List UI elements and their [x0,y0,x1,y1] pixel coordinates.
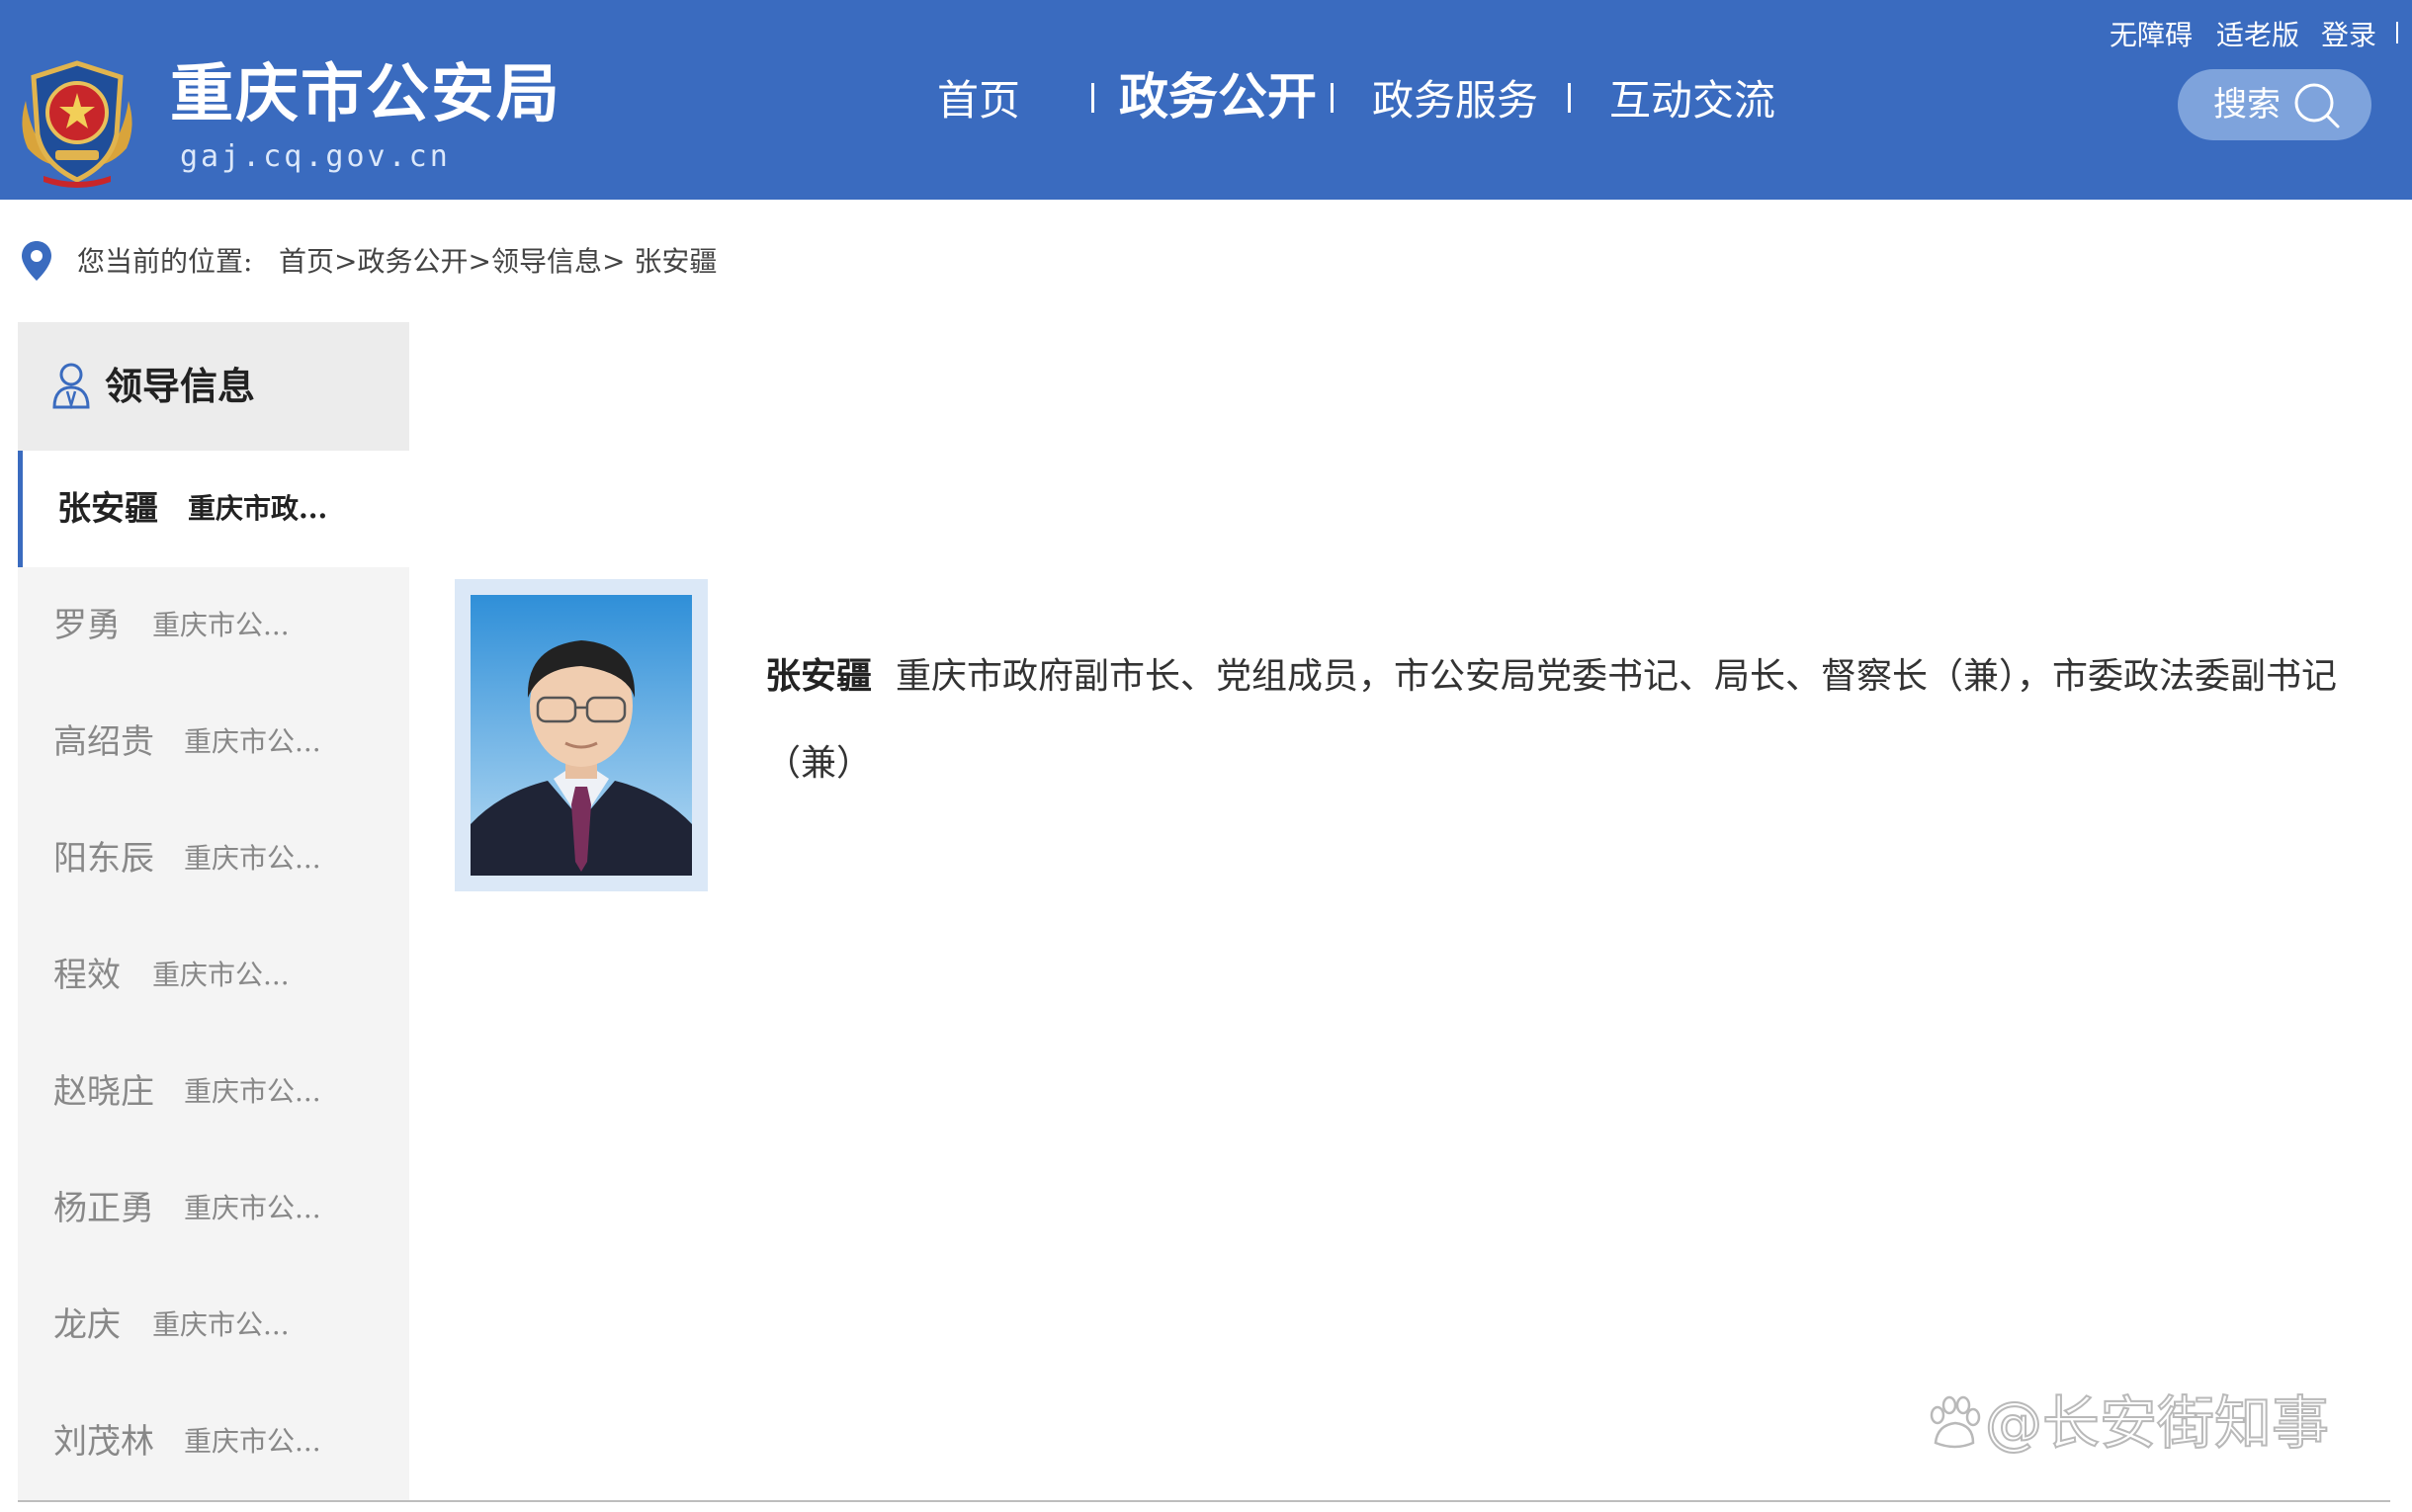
sidebar-item-yang-zhengyong[interactable]: 杨正勇 重庆市公... [18,1150,409,1267]
leader-title: 重庆市公... [184,1075,321,1108]
leader-name: 程效 [53,956,121,995]
bio-leader-name: 张安疆 [765,655,873,697]
breadcrumb-home[interactable]: 首页 [279,245,334,278]
baidu-paw-icon [1930,1395,1981,1449]
bottom-divider [18,1500,2390,1502]
user-icon [52,363,90,409]
leader-name: 阳东辰 [53,839,154,879]
accessibility-link[interactable]: 无障碍 [2110,16,2193,55]
search-icon [2294,83,2340,128]
site-header: 重庆市公安局 gaj.cq.gov.cn 首页 政务公开 政务服务 互动交流 无… [0,0,2412,200]
sidebar-item-liu-maolin[interactable]: 刘茂林 重庆市公... [18,1384,409,1500]
leader-title: 重庆市公... [152,609,290,641]
leader-title: 重庆市公... [184,1425,321,1458]
site-domain: gaj.cq.gov.cn [180,139,451,174]
breadcrumb-government-affairs[interactable]: 政务公开 [357,245,468,278]
nav-divider [1568,83,1571,113]
leader-title: 重庆市公... [184,842,321,875]
site-name[interactable]: 重庆市公安局 [170,63,561,126]
nav-government-services[interactable]: 政务服务 [1372,69,1538,132]
leader-name: 张安疆 [57,489,158,529]
breadcrumb-current: 张安疆 [634,245,718,278]
leader-bio: 张安疆 重庆市政府副市长、党组成员，市公安局党委书记、局长、督察长（兼），市委政法… [765,632,2367,807]
leader-name: 罗勇 [53,606,121,645]
leader-sidebar: 领导信息 张安疆 重庆市政... 罗勇 重庆市公... 高绍贵 重庆市公... … [18,322,409,1502]
leader-title: 重庆市公... [184,1192,321,1224]
leader-name: 赵晓庄 [53,1072,154,1112]
search-label: 搜索 [2213,85,2281,125]
breadcrumb-separator: > [468,245,491,278]
sidebar-item-gao-shaogui[interactable]: 高绍贵 重庆市公... [18,684,409,800]
bio-text: 重庆市政府副市长、党组成员，市公安局党委书记、局长、督察长（兼），市委政法委副书… [765,656,2338,784]
sidebar-item-zhao-xiaozhuang[interactable]: 赵晓庄 重庆市公... [18,1034,409,1150]
top-link-divider [2396,22,2398,43]
nav-government-affairs[interactable]: 政务公开 [1119,65,1317,128]
location-pin-icon [22,241,51,281]
leader-name: 龙庆 [53,1305,121,1345]
leader-title: 重庆市公... [184,725,321,758]
search-button[interactable]: 搜索 [2178,69,2371,140]
nav-interaction[interactable]: 互动交流 [1609,69,1775,132]
watermark-text: @长安街知事 [1984,1388,2330,1458]
leader-name: 刘茂林 [53,1422,154,1462]
sidebar-item-luo-yong[interactable]: 罗勇 重庆市公... [18,567,409,684]
elderly-mode-link[interactable]: 适老版 [2216,16,2299,55]
leader-name: 高绍贵 [53,722,154,762]
leader-name: 杨正勇 [53,1189,154,1228]
leader-portrait-frame[interactable] [455,579,708,891]
leader-title: 重庆市公... [152,1308,290,1341]
nav-home[interactable]: 首页 [937,69,1020,132]
top-utility-links: 无障碍 适老版 登录 [2110,16,2412,55]
nav-divider [1091,83,1094,113]
sidebar-item-cheng-xiao[interactable]: 程效 重庆市公... [18,917,409,1034]
leader-portrait [471,595,692,876]
sidebar-header: 领导信息 [18,322,409,451]
sidebar-item-long-qing[interactable]: 龙庆 重庆市公... [18,1267,409,1384]
sidebar-item-zhang-anjiang[interactable]: 张安疆 重庆市政... [18,451,409,567]
breadcrumb-path: 首页>政务公开>领导信息> 张安疆 [279,237,717,287]
police-emblem-icon[interactable] [14,57,140,188]
sidebar-item-yang-dongchen[interactable]: 阳东辰 重庆市公... [18,800,409,917]
breadcrumb-separator: > [601,245,626,278]
breadcrumb-prefix: 您当前的位置: [77,245,253,278]
nav-divider [1331,83,1334,113]
leader-title: 重庆市政... [188,492,328,525]
login-link[interactable]: 登录 [2321,16,2376,55]
active-indicator [18,451,23,567]
breadcrumb-leader-info[interactable]: 领导信息 [491,245,602,278]
breadcrumb-separator: > [334,245,358,278]
leader-title: 重庆市公... [152,959,290,991]
sidebar-title: 领导信息 [105,364,256,408]
